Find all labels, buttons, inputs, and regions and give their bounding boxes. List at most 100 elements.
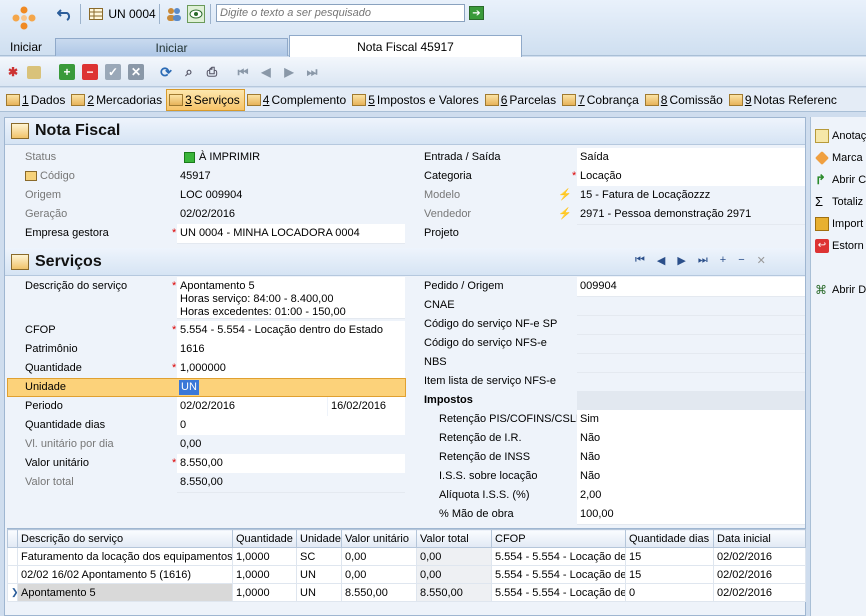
import-icon [815,217,829,231]
column-header[interactable]: Valor total [416,529,492,548]
aliq-iss-input[interactable]: 2,00 [577,486,805,506]
refresh-icon[interactable]: ⟳ [158,64,174,80]
iniciar-label[interactable]: Iniciar [10,40,42,54]
last-icon[interactable]: ⏭ [698,254,708,267]
nbs-input[interactable] [577,353,805,354]
action-importar[interactable]: Import [815,217,863,231]
unit-selector[interactable]: UN 0004 [107,5,157,23]
confirm-icon[interactable]: ✓ [105,64,121,80]
ret-ir-input[interactable]: Não [577,429,805,449]
search-go-button[interactable]: ➔ [469,6,484,20]
cnae-input[interactable] [577,296,805,297]
qtd-dias-input[interactable]: 0 [177,416,405,436]
unidade-input[interactable]: UN [179,380,199,395]
periodo-from-input[interactable]: 02/02/2016 [177,397,327,417]
table-row-selected[interactable]: ❯ Apontamento 5 1,0000 UN 8.550,00 8.550… [7,583,806,602]
subtab-comissao[interactable]: 8 Comissão [643,89,727,111]
print-icon[interactable]: ⎙ [204,64,220,80]
table-row[interactable]: Faturamento da locação dos equipamentos … [7,547,806,566]
valor-unit-label: Valor unitário [25,457,89,469]
grid-icon[interactable] [88,5,104,23]
actions-panel: Anotaç Marca ↱ Abrir C Σ Totaliz Import ↩ E… [810,117,866,616]
remove-icon[interactable]: − [738,254,744,267]
impostos-group-bar [577,391,805,410]
new-document-icon[interactable]: ✱ [5,64,21,80]
action-estornar[interactable]: ↩ Estorn [815,239,864,253]
action-marcar[interactable]: Marca [815,151,863,165]
users-icon[interactable] [165,5,183,23]
cancel-icon[interactable]: ✕ [128,64,144,80]
preview-icon[interactable]: ⌕ [181,64,197,80]
status-label: Status [25,151,57,163]
view-icon[interactable] [187,5,205,23]
quantidade-input[interactable]: 1,000000 [177,359,405,379]
add-icon[interactable]: + [59,64,75,80]
action-abrir-c[interactable]: ↱ Abrir C [815,173,866,187]
ret-inss-input[interactable]: Não [577,448,805,468]
cod-nfse-input[interactable] [577,334,805,335]
subtab-dados[interactable]: 1 Dados [4,89,69,111]
next-record-icon[interactable]: ▶ [281,64,297,80]
search-input[interactable] [216,4,465,22]
subtab-notas-referenciadas[interactable]: 9 Notas Referenc [727,89,841,111]
subtab-impostos[interactable]: 5 Impostos e Valores [350,89,483,111]
descricao-label: Descrição do serviço [25,280,128,292]
tab-iniciar[interactable]: Iniciar [55,38,288,56]
periodo-to-input[interactable]: 16/02/2016 [328,397,405,417]
first-record-icon[interactable]: ⏮ [235,64,251,80]
column-header[interactable]: Descrição do serviço [17,529,233,548]
column-header[interactable]: Quantidade dias [625,529,714,548]
table-row[interactable]: 02/02 16/02 Apontamento 5 (1616) 1,0000 … [7,565,806,584]
column-header[interactable]: Quantidade [232,529,297,548]
column-header[interactable]: Valor unitário [341,529,417,548]
app-logo-icon[interactable] [8,4,40,36]
close-icon[interactable]: ✕ [757,254,766,267]
add-icon[interactable]: + [720,254,726,267]
action-abrir-d[interactable]: ⌘ Abrir D [815,283,866,297]
categoria-input[interactable]: Locação [577,167,805,187]
arrow-icon: ↱ [815,172,826,187]
ret-pis-input[interactable]: Sim [577,410,805,430]
remove-icon[interactable]: − [82,64,98,80]
column-header[interactable]: Unidade [296,529,342,548]
iss-loc-input[interactable]: Não [577,467,805,487]
origem-value: LOC 009904 [177,186,405,206]
ret-inss-label: Retenção de INSS [439,451,531,463]
iss-loc-label: I.S.S. sobre locação [439,470,538,482]
patrimonio-input[interactable]: 1616 [177,340,405,360]
valor-unit-input[interactable]: 8.550,00 [177,454,405,474]
item-lista-input[interactable] [577,372,805,373]
tab-nota-fiscal[interactable]: Nota Fiscal 45917 [289,35,522,57]
cod-nfe-sp-input[interactable] [577,315,805,316]
subtab-cobranca[interactable]: 7 Cobrança [560,89,643,111]
table-icon [11,123,29,139]
descricao-textarea[interactable]: Apontamento 5 Horas serviço: 84:00 - 8.4… [177,277,405,319]
last-record-icon[interactable]: ⏭ [304,64,320,80]
entrada-input[interactable]: Saída [577,148,805,168]
undo-icon[interactable] [56,5,74,23]
empresa-input[interactable]: UN 0004 - MINHA LOCADORA 0004 [177,224,405,244]
table-icon [484,93,499,106]
item-lista-label: Item lista de serviço NFS-e [424,375,557,387]
mao-obra-input[interactable]: 100,00 [577,505,805,525]
cfop-input[interactable]: 5.554 - 5.554 - Locação dentro do Estado [177,321,405,341]
column-header[interactable]: Data inicial [713,529,806,548]
action-anotacoes[interactable]: Anotaç [815,129,866,143]
key-icon [25,171,37,182]
cfop-label: CFOP [25,324,56,336]
projeto-input[interactable] [577,224,805,225]
pedido-input[interactable]: 009904 [577,277,805,297]
next-icon[interactable]: ▶ [677,254,685,267]
subtab-servicos[interactable]: 3 Serviços [166,88,245,111]
table-icon [352,93,367,106]
first-icon[interactable]: ⏮ [635,254,645,267]
lock-icon[interactable] [27,66,41,79]
column-header[interactable]: CFOP [491,529,626,548]
subtab-parcelas[interactable]: 6 Parcelas [483,89,560,111]
subtab-mercadorias[interactable]: 2 Mercadorias [69,89,166,111]
subtab-complemento[interactable]: 4 Complemento [245,89,350,111]
action-totalizar[interactable]: Σ Totaliz [815,195,863,209]
prev-record-icon[interactable]: ◀ [258,64,274,80]
codigo-label: Código [25,167,75,186]
prev-icon[interactable]: ◀ [657,254,665,267]
